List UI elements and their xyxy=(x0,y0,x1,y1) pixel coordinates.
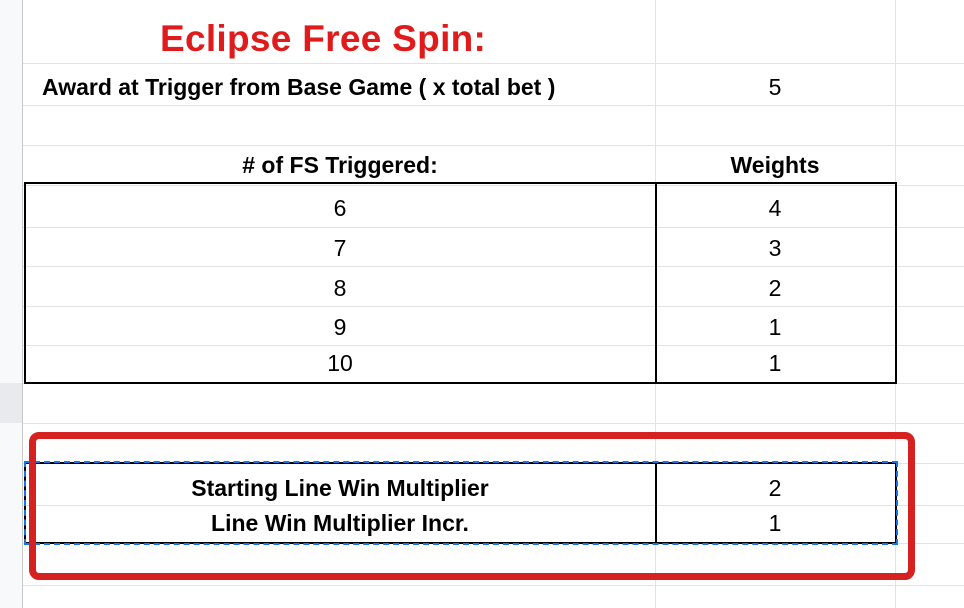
sheet-title[interactable]: Eclipse Free Spin: xyxy=(160,18,486,60)
fs-header[interactable]: # of FS Triggered: xyxy=(25,152,655,179)
award-value[interactable]: 5 xyxy=(655,74,895,101)
fs-cell[interactable]: 9 xyxy=(25,314,655,341)
weight-cell[interactable]: 4 xyxy=(655,195,895,222)
highlight-annotation xyxy=(29,432,915,580)
fs-cell[interactable]: 10 xyxy=(25,350,655,377)
award-label[interactable]: Award at Trigger from Base Game ( x tota… xyxy=(42,74,555,101)
fs-cell[interactable]: 8 xyxy=(25,275,655,302)
weight-cell[interactable]: 1 xyxy=(655,314,895,341)
fs-cell[interactable]: 7 xyxy=(25,235,655,262)
weight-cell[interactable]: 1 xyxy=(655,350,895,377)
weights-header[interactable]: Weights xyxy=(655,152,895,179)
row-header-column[interactable] xyxy=(0,0,23,608)
weight-cell[interactable]: 3 xyxy=(655,235,895,262)
row-header-selected[interactable] xyxy=(0,383,22,423)
weight-cell[interactable]: 2 xyxy=(655,275,895,302)
fs-cell[interactable]: 6 xyxy=(25,195,655,222)
